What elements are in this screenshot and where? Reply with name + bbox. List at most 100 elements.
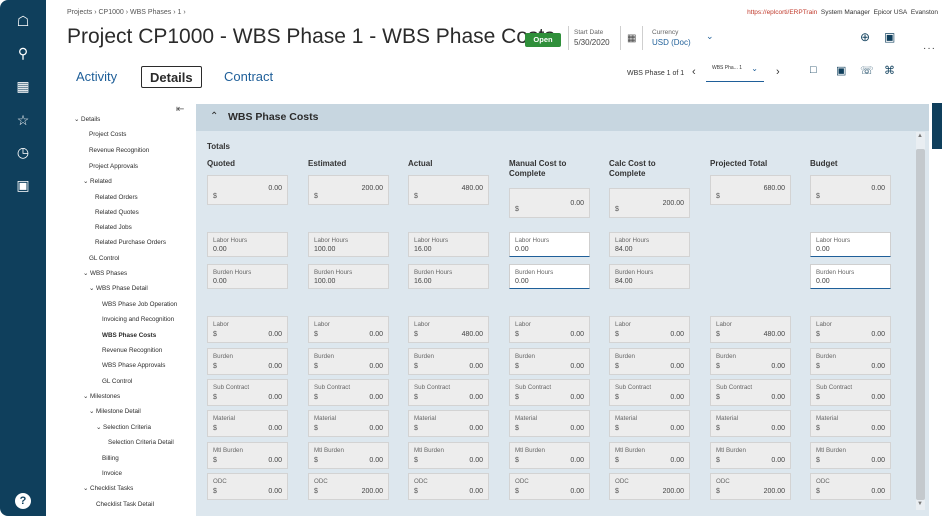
more-icon[interactable]: ··· <box>923 43 936 54</box>
tree-item-invoice[interactable]: Invoice <box>102 470 122 477</box>
total-field[interactable]: $ 0.00 <box>509 188 590 218</box>
company-name[interactable]: Epicor USA <box>874 9 908 16</box>
material-field[interactable]: Material $ 0.00 <box>308 410 389 437</box>
mtl-burden-field[interactable]: Mtl Burden $ 0.00 <box>609 442 690 469</box>
new-icon[interactable]: □ <box>810 64 817 76</box>
mtl-burden-field[interactable]: Mtl Burden $ 0.00 <box>207 442 288 469</box>
sub-contract-field[interactable]: Sub Contract $ 0.00 <box>308 379 389 406</box>
total-field[interactable]: $ 200.00 <box>308 175 389 205</box>
odc-field[interactable]: ODC $ 0.00 <box>810 473 891 500</box>
tree-item-related-orders[interactable]: Related Orders <box>95 194 138 201</box>
mtl-burden-field[interactable]: Mtl Burden $ 0.00 <box>308 442 389 469</box>
tree-item-phase-revenue-recognition[interactable]: Revenue Recognition <box>102 347 162 354</box>
material-field[interactable]: Material $ 0.00 <box>408 410 489 437</box>
apps-grid-icon[interactable]: ▦ <box>0 78 46 94</box>
panel-header[interactable]: ⌃ WBS Phase Costs <box>196 104 929 131</box>
mtl-burden-field[interactable]: Mtl Burden $ 0.00 <box>710 442 791 469</box>
labor-field[interactable]: Labor $ 480.00 <box>408 316 489 343</box>
site-name[interactable]: Evanston <box>911 9 938 16</box>
search-icon[interactable]: ⚲ <box>0 45 46 61</box>
sub-contract-field[interactable]: Sub Contract $ 0.00 <box>207 379 288 406</box>
burden-hours-field[interactable]: Burden Hours 0.00 <box>207 264 288 289</box>
user-name[interactable]: System Manager <box>821 9 870 16</box>
total-field[interactable]: $ 0.00 <box>207 175 288 205</box>
chevron-up-icon[interactable]: ⌃ <box>210 111 218 122</box>
tree-item-wbs-phase-detail[interactable]: ⌄ WBS Phase Detail <box>89 285 148 292</box>
mtl-burden-field[interactable]: Mtl Burden $ 0.00 <box>509 442 590 469</box>
burden-field[interactable]: Burden $ 0.00 <box>207 348 288 375</box>
labor-field[interactable]: Labor $ 0.00 <box>308 316 389 343</box>
burden-field[interactable]: Burden $ 0.00 <box>810 348 891 375</box>
tree-item-invoicing-and-recognition[interactable]: Invoicing and Recognition <box>102 316 174 323</box>
tree-item-wbs-phase-job-operation[interactable]: WBS Phase Job Operation <box>102 301 177 308</box>
labor-field[interactable]: Labor $ 480.00 <box>710 316 791 343</box>
total-field[interactable]: $ 680.00 <box>710 175 791 205</box>
labor-hours-field[interactable]: Labor Hours 0.00 <box>207 232 288 257</box>
sub-contract-field[interactable]: Sub Contract $ 0.00 <box>810 379 891 406</box>
tab-activity[interactable]: Activity <box>76 66 117 88</box>
chevron-down-icon[interactable]: ⌄ <box>706 31 714 42</box>
sub-contract-field[interactable]: Sub Contract $ 0.00 <box>408 379 489 406</box>
phone-icon[interactable]: ☏ <box>860 64 874 77</box>
total-field[interactable]: $ 0.00 <box>810 175 891 205</box>
breadcrumb[interactable]: Projects › CP1000 › WBS Phases › 1 › <box>67 9 186 16</box>
mtl-burden-field[interactable]: Mtl Burden $ 0.00 <box>408 442 489 469</box>
burden-field[interactable]: Burden $ 0.00 <box>408 348 489 375</box>
tree-item-wbs-phases[interactable]: ⌄ WBS Phases <box>83 270 127 277</box>
tree-item-milestone-detail[interactable]: ⌄ Milestone Detail <box>89 408 141 415</box>
burden-field[interactable]: Burden $ 0.00 <box>509 348 590 375</box>
odc-field[interactable]: ODC $ 0.00 <box>207 473 288 500</box>
mtl-burden-field[interactable]: Mtl Burden $ 0.00 <box>810 442 891 469</box>
burden-hours-field[interactable]: Burden Hours 84.00 <box>609 264 690 289</box>
labor-field[interactable]: Labor $ 0.00 <box>207 316 288 343</box>
chevron-left-icon[interactable]: ‹ <box>692 66 696 78</box>
home-icon[interactable]: ☖ <box>0 13 46 29</box>
sub-contract-field[interactable]: Sub Contract $ 0.00 <box>710 379 791 406</box>
side-panel-handle[interactable] <box>932 103 942 149</box>
tree-item-details[interactable]: ⌄ Details <box>74 116 100 123</box>
tab-details[interactable]: Details <box>141 66 202 88</box>
burden-hours-field[interactable]: Burden Hours 0.00 <box>509 264 590 289</box>
odc-field[interactable]: ODC $ 0.00 <box>408 473 489 500</box>
labor-hours-field[interactable]: Labor Hours 100.00 <box>308 232 389 257</box>
scroll-up-icon[interactable]: ▲ <box>917 133 923 139</box>
labor-hours-field[interactable]: Labor Hours 0.00 <box>810 232 891 257</box>
burden-hours-field[interactable]: Burden Hours 16.00 <box>408 264 489 289</box>
total-field[interactable]: $ 480.00 <box>408 175 489 205</box>
add-icon[interactable]: ⊕ <box>860 30 870 44</box>
material-field[interactable]: Material $ 0.00 <box>509 410 590 437</box>
labor-hours-field[interactable]: Labor Hours 0.00 <box>509 232 590 257</box>
odc-field[interactable]: ODC $ 200.00 <box>308 473 389 500</box>
labor-field[interactable]: Labor $ 0.00 <box>810 316 891 343</box>
material-field[interactable]: Material $ 0.00 <box>710 410 791 437</box>
tree-item-checklist-tasks[interactable]: ⌄ Checklist Tasks <box>83 485 133 492</box>
record-selector[interactable]: WBS Pha... 1 ⌄ <box>706 60 764 82</box>
history-icon[interactable]: ◷ <box>0 144 46 160</box>
scrollbar-thumb[interactable] <box>916 149 925 500</box>
calendar-icon[interactable]: ▦ <box>627 33 636 44</box>
material-field[interactable]: Material $ 0.00 <box>609 410 690 437</box>
tree-item-related[interactable]: ⌄ Related <box>83 178 112 185</box>
currency-value[interactable]: USD (Doc) <box>652 38 691 47</box>
odc-field[interactable]: ODC $ 0.00 <box>509 473 590 500</box>
save-icon[interactable]: ▣ <box>884 30 895 44</box>
help-icon[interactable]: ? <box>15 493 31 509</box>
odc-field[interactable]: ODC $ 200.00 <box>609 473 690 500</box>
labor-field[interactable]: Labor $ 0.00 <box>509 316 590 343</box>
material-field[interactable]: Material $ 0.00 <box>207 410 288 437</box>
burden-field[interactable]: Burden $ 0.00 <box>609 348 690 375</box>
burden-field[interactable]: Burden $ 0.00 <box>710 348 791 375</box>
sub-contract-field[interactable]: Sub Contract $ 0.00 <box>509 379 590 406</box>
tree-item-gl-control[interactable]: GL Control <box>89 255 119 262</box>
tree-item-related-jobs[interactable]: Related Jobs <box>95 224 132 231</box>
tree-item-selection-criteria-detail[interactable]: Selection Criteria Detail <box>108 439 174 446</box>
tree-item-milestones[interactable]: ⌄ Milestones <box>83 393 120 400</box>
dashboard-icon[interactable]: ▣ <box>0 177 46 193</box>
tab-contract[interactable]: Contract <box>224 66 273 88</box>
chevron-right-icon[interactable]: › <box>776 66 780 78</box>
material-field[interactable]: Material $ 0.00 <box>810 410 891 437</box>
attach-icon[interactable]: ⌘ <box>884 64 895 77</box>
tree-item-wbs-phase-costs[interactable]: WBS Phase Costs <box>102 332 156 339</box>
tree-item-phase-gl-control[interactable]: GL Control <box>102 378 132 385</box>
tree-item-revenue-recognition[interactable]: Revenue Recognition <box>89 147 149 154</box>
